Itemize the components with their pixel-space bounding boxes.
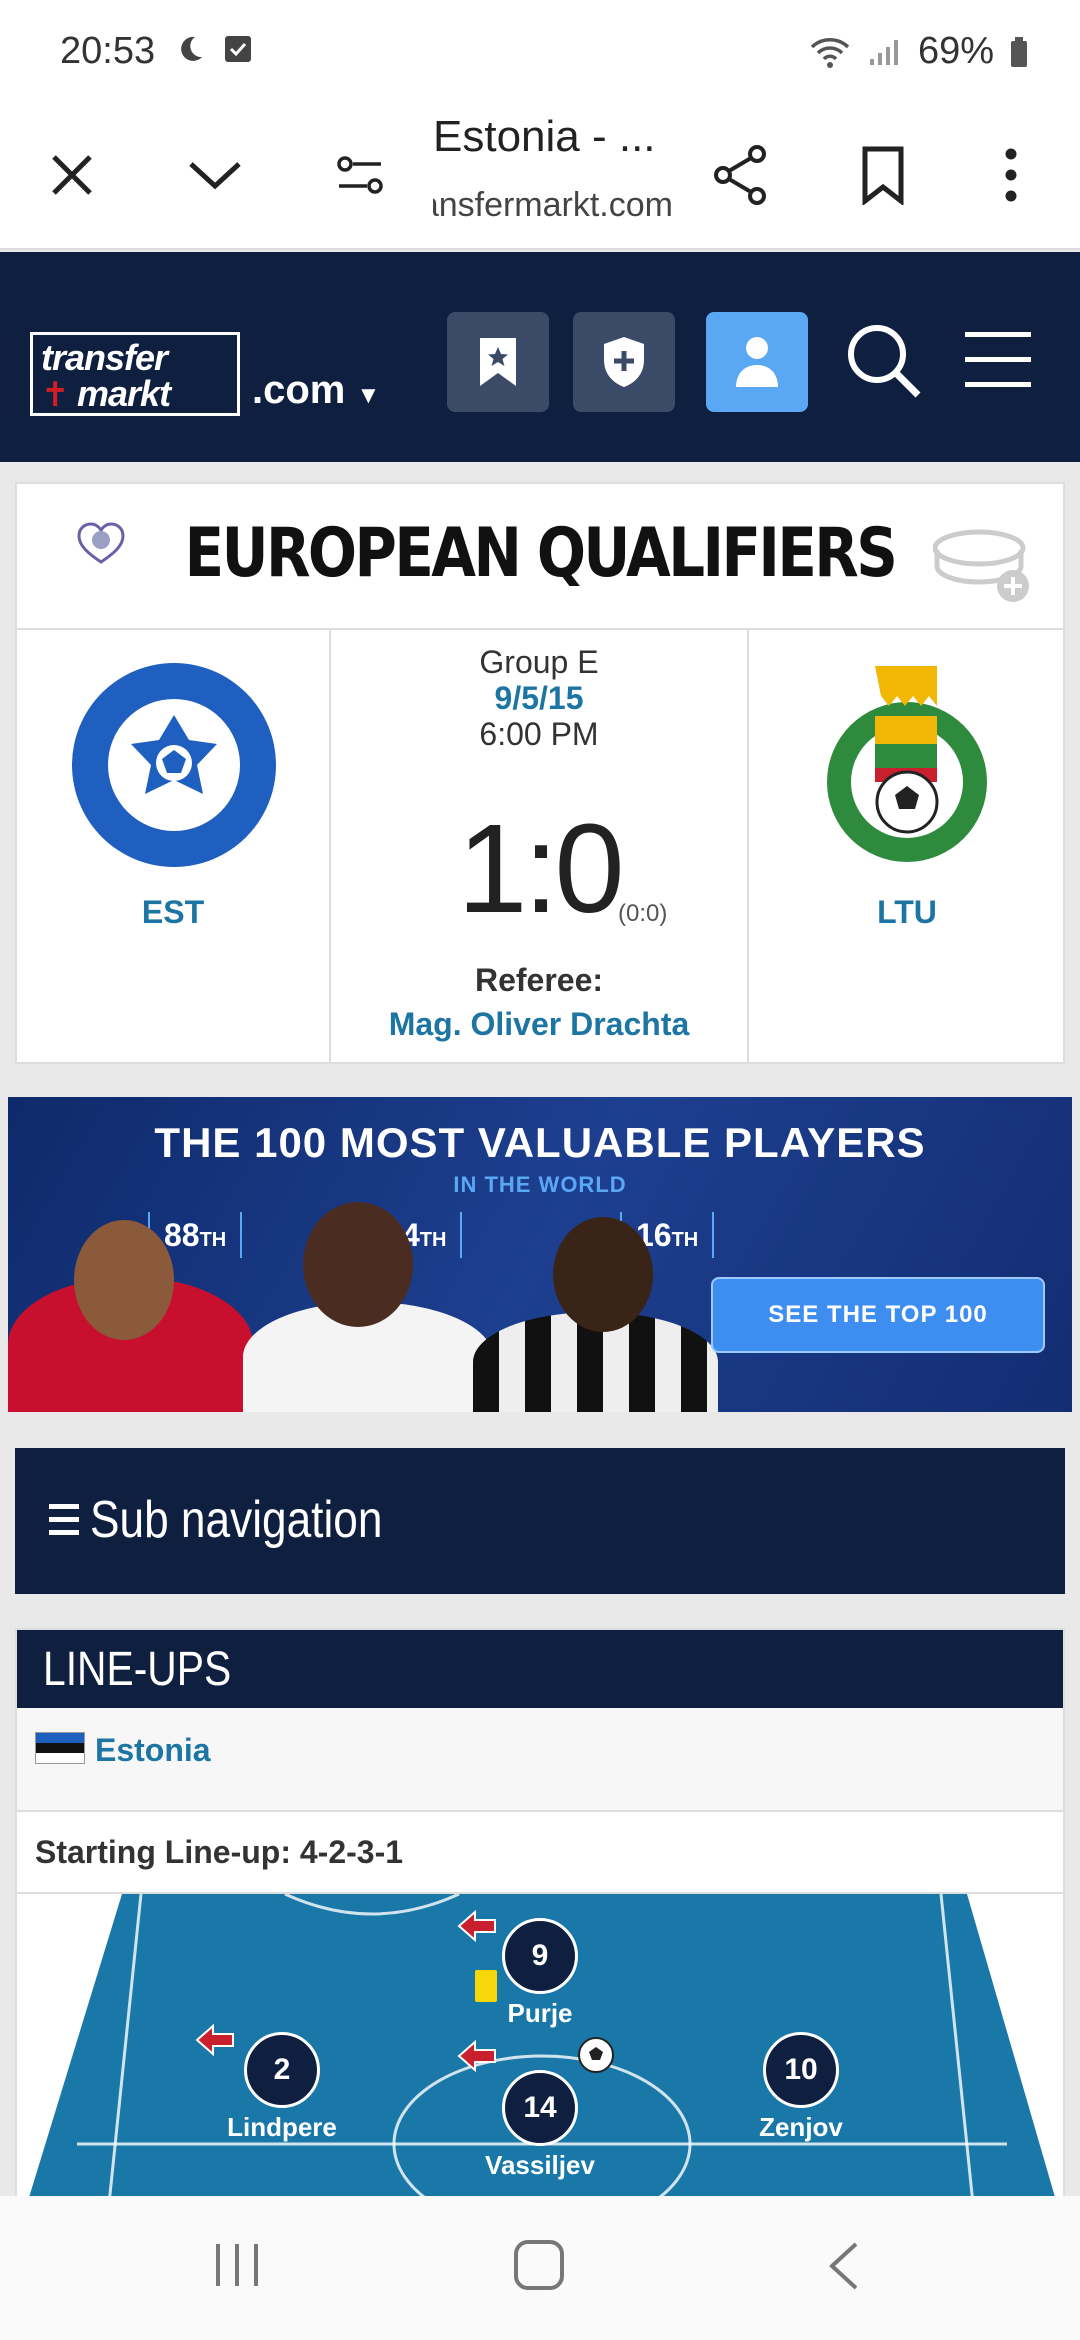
- see-top-100-button[interactable]: SEE THE TOP 100: [711, 1277, 1045, 1353]
- lithuania-crest-logo: [827, 666, 987, 862]
- substitution-arrow-icon: [457, 2039, 496, 2073]
- moon-icon: [181, 36, 202, 61]
- ad-title: THE 100 MOST VALUABLE PLAYERS: [154, 1119, 926, 1166]
- home-team-abbr[interactable]: EST: [17, 894, 329, 931]
- status-time: 20:53: [60, 30, 156, 72]
- ad-banner[interactable]: THE 100 MOST VALUABLE PLAYERS IN THE WOR…: [8, 1097, 1072, 1412]
- match-score: 1:0: [457, 798, 624, 939]
- logo-figure-icon: ✝: [41, 376, 70, 414]
- lineups-title: LINE-UPS: [43, 1643, 232, 1696]
- away-team-abbr[interactable]: LTU: [749, 894, 1065, 931]
- site-header: transfer ✝ markt .com ▼: [0, 252, 1080, 462]
- match-card: EUROPEAN QUALIFIERS EST Group E 9/5/15 6…: [15, 482, 1065, 1064]
- share-icon[interactable]: [705, 140, 775, 210]
- player-number[interactable]: 9: [502, 1918, 578, 1994]
- status-bar: 20:53 69%: [0, 0, 1080, 100]
- player-head: [303, 1202, 413, 1327]
- ad-subtitle: IN THE WORLD: [453, 1172, 627, 1197]
- domain-label: .com: [252, 368, 346, 412]
- system-nav-bar: [0, 2196, 1080, 2340]
- formation-label: Starting Line-up: 4-2-3-1: [35, 1834, 404, 1870]
- player-name[interactable]: Lindpere: [182, 2112, 382, 2143]
- club-button[interactable]: [573, 312, 675, 412]
- match-date[interactable]: 9/5/15: [331, 680, 747, 717]
- recent-apps-icon[interactable]: [212, 2240, 262, 2290]
- halftime-score: (0:0): [618, 900, 668, 927]
- hamburger-icon: [49, 1504, 79, 1543]
- referee-label: Referee:: [474, 962, 604, 998]
- wifi-icon: [810, 37, 850, 68]
- player-head: [74, 1220, 174, 1340]
- user-icon: [736, 337, 778, 387]
- logo-line2: markt: [77, 373, 171, 414]
- pitch: 9 Purje 2 Lindpere 14 Vassiljev 10 Zenjo…: [17, 1894, 1063, 2198]
- substitution-arrow-icon: [195, 2023, 234, 2057]
- browser-toolbar: Estonia - ... transfermarkt.com: [0, 100, 1080, 250]
- checkbox-icon: [225, 36, 251, 62]
- battery-icon: [1011, 36, 1027, 67]
- shield-plus-icon: [604, 337, 644, 387]
- signal-icon: [869, 39, 898, 65]
- player-name[interactable]: Vassiljev: [440, 2150, 640, 2181]
- match-info: Group E 9/5/15 6:00 PM 1:0 (0:0) Referee…: [331, 630, 747, 1064]
- lineups-header: LINE-UPS: [17, 1630, 1063, 1708]
- battery-percent: 69%: [917, 30, 994, 72]
- status-right: 69%: [808, 30, 1028, 73]
- site-settings-icon[interactable]: [325, 140, 395, 210]
- player-number[interactable]: 2: [244, 2032, 320, 2108]
- page-title[interactable]: Estonia - ...: [433, 112, 656, 162]
- goal-ball-icon: [578, 2037, 614, 2073]
- status-icons-left: [175, 34, 253, 64]
- substitution-arrow-icon: [457, 1909, 496, 1943]
- bookmark-icon[interactable]: [848, 140, 918, 210]
- away-team[interactable]: LTU: [747, 630, 1065, 1064]
- url-text[interactable]: transfermarkt.com: [433, 186, 673, 225]
- formation-row: Starting Line-up: 4-2-3-1: [17, 1812, 1063, 1894]
- player-number[interactable]: 10: [763, 2032, 839, 2108]
- competition-title[interactable]: EUROPEAN QUALIFIERS: [95, 514, 984, 593]
- lineups-section: LINE-UPS Estonia Starting Line-up: 4-2-3…: [15, 1628, 1065, 2200]
- subnav-label: Sub navigation: [90, 1491, 383, 1549]
- match-time: 6:00 PM: [479, 716, 599, 752]
- home-icon[interactable]: [512, 2238, 566, 2292]
- stadium-icon[interactable]: [933, 522, 1033, 602]
- match-group: Group E: [479, 644, 599, 680]
- player-number[interactable]: 14: [502, 2070, 578, 2146]
- domain-selector[interactable]: .com ▼: [252, 368, 380, 413]
- competition-header: EUROPEAN QUALIFIERS: [17, 484, 1063, 630]
- hamburger-menu-icon[interactable]: [965, 332, 1031, 392]
- estonia-flag-icon: [35, 1732, 85, 1764]
- profile-button[interactable]: [706, 312, 808, 412]
- watchlist-button[interactable]: [447, 312, 549, 412]
- sub-navigation[interactable]: Sub navigation: [15, 1448, 1065, 1594]
- home-team[interactable]: EST: [17, 630, 331, 1064]
- player-head: [553, 1217, 653, 1332]
- player-name[interactable]: Zenjov: [701, 2112, 901, 2143]
- more-icon[interactable]: [976, 140, 1046, 210]
- player-name[interactable]: Purje: [440, 1998, 640, 2029]
- caret-down-icon: ▼: [356, 382, 381, 409]
- search-icon[interactable]: [845, 322, 925, 402]
- close-icon[interactable]: [37, 140, 107, 210]
- back-icon[interactable]: [826, 2240, 862, 2292]
- lineup-team-row[interactable]: Estonia: [17, 1708, 1063, 1812]
- bookmark-star-icon: [480, 338, 516, 386]
- site-logo[interactable]: transfer ✝ markt: [30, 332, 240, 416]
- referee-name[interactable]: Mag. Oliver Drachta: [331, 1006, 747, 1043]
- lineup-team-name[interactable]: Estonia: [95, 1732, 211, 1769]
- estonia-crest-logo: [72, 663, 276, 867]
- chevron-down-icon[interactable]: [180, 140, 250, 210]
